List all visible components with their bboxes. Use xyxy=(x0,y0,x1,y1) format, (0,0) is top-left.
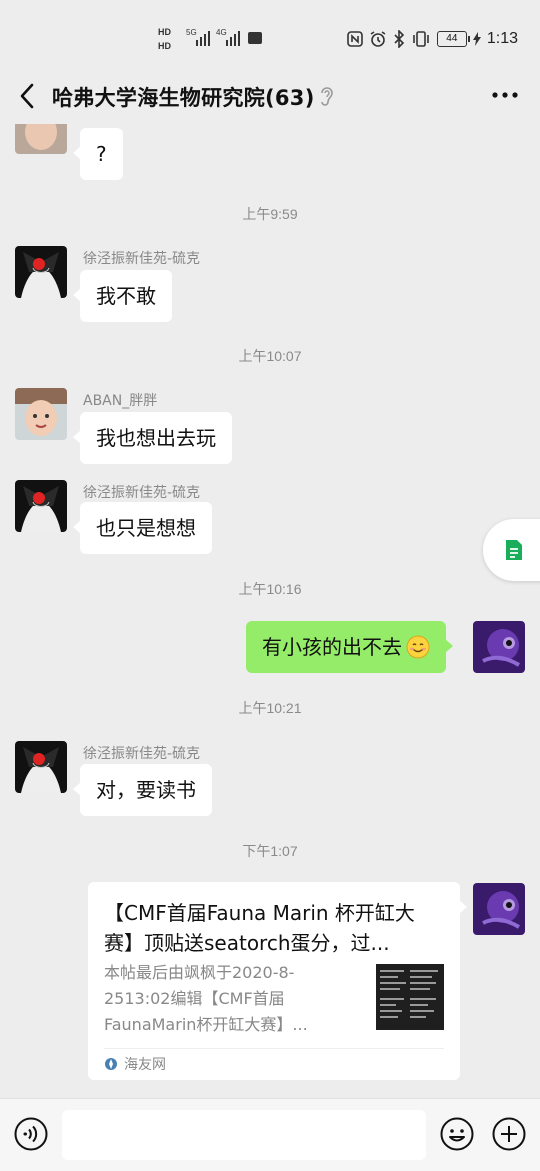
chat-title: 哈弗大学海生物研究院(63) xyxy=(52,86,315,110)
avatar[interactable] xyxy=(15,124,67,154)
chat-header: 哈弗大学海生物研究院(63) xyxy=(0,68,540,124)
message-timestamp: 下午1:07 xyxy=(242,843,298,859)
message-bubble[interactable]: 对，要读书 xyxy=(73,764,212,816)
svg-text:4G: 4G xyxy=(216,28,227,37)
plus-icon[interactable] xyxy=(492,1117,526,1151)
message-bubble[interactable]: 我也想出去玩 xyxy=(73,412,232,464)
sender-name: 徐泾振新佳苑-硫克 xyxy=(83,485,201,501)
my-avatar[interactable] xyxy=(473,621,525,673)
input-bar xyxy=(0,1098,540,1171)
charging-icon xyxy=(472,32,481,46)
smile-emoji-icon xyxy=(406,635,430,659)
link-card-thumbnail xyxy=(376,964,444,1030)
alarm-icon xyxy=(370,31,386,47)
bluetooth-icon xyxy=(394,30,404,48)
battery-indicator: 44 xyxy=(436,31,470,47)
sender-name: ABAN_胖胖 xyxy=(83,393,158,409)
signal-icon: HD HD 5G 4G xyxy=(158,27,262,51)
notes-icon xyxy=(506,540,522,560)
message-bubble[interactable]: ? xyxy=(73,128,123,180)
message-bubble[interactable]: 也只是想想 xyxy=(73,502,212,554)
ear-icon xyxy=(321,87,333,106)
message-timestamp: 上午10:07 xyxy=(238,348,302,364)
chevron-left-icon[interactable] xyxy=(14,80,42,112)
voice-icon[interactable] xyxy=(14,1117,48,1151)
avatar[interactable] xyxy=(15,388,67,440)
link-card-source-name: 海友网 xyxy=(124,1057,166,1073)
message-text: 有小孩的出不去 xyxy=(262,635,402,659)
emoji-icon[interactable] xyxy=(440,1117,474,1151)
avatar[interactable] xyxy=(15,480,67,532)
sender-name: 徐泾振新佳苑-硫克 xyxy=(83,251,201,267)
link-card[interactable]: 【CMF首届Fauna Marin 杯开缸大赛】顶贴送seatorch蛋分，过.… xyxy=(88,882,467,1080)
link-card-source: 海友网 xyxy=(104,1054,166,1074)
status-right: 44 1:13 xyxy=(347,28,518,50)
avatar[interactable] xyxy=(15,741,67,793)
sender-name: 徐泾振新佳苑-硫克 xyxy=(83,746,201,762)
clock: 1:13 xyxy=(486,30,518,47)
chat-message-list[interactable]: ? 上午9:59 徐泾振新佳苑-硫克 我不敢 上午10:07 ABAN_胖胖 我… xyxy=(0,124,540,1098)
message-timestamp: 上午10:21 xyxy=(238,700,302,716)
message-timestamp: 上午10:16 xyxy=(238,581,302,597)
nfc-icon xyxy=(347,31,363,47)
link-card-description: 本帖最后由飒枫于2020-8-2513:02编辑【CMF首届FaunaMarin… xyxy=(104,963,308,1034)
message-input[interactable] xyxy=(62,1110,426,1160)
status-bar: HD HD 5G 4G 44 1:13 xyxy=(0,0,540,76)
floating-notes-button[interactable] xyxy=(483,519,540,581)
svg-text:5G: 5G xyxy=(186,28,197,37)
svg-text:HD: HD xyxy=(158,27,171,37)
my-avatar[interactable] xyxy=(473,883,525,935)
link-card-divider xyxy=(104,1048,444,1049)
message-timestamp: 上午9:59 xyxy=(242,206,298,222)
avatar[interactable] xyxy=(15,246,67,298)
message-bubble-self[interactable]: 有小孩的出不去 xyxy=(246,621,453,673)
compass-icon xyxy=(105,1058,117,1070)
svg-text:HD: HD xyxy=(158,41,171,51)
vibrate-icon xyxy=(413,31,429,47)
message-bubble[interactable]: 我不敢 xyxy=(73,270,172,322)
more-dots-icon[interactable] xyxy=(492,88,518,102)
link-card-title: 【CMF首届Fauna Marin 杯开缸大赛】顶贴送seatorch蛋分，过.… xyxy=(104,901,415,955)
